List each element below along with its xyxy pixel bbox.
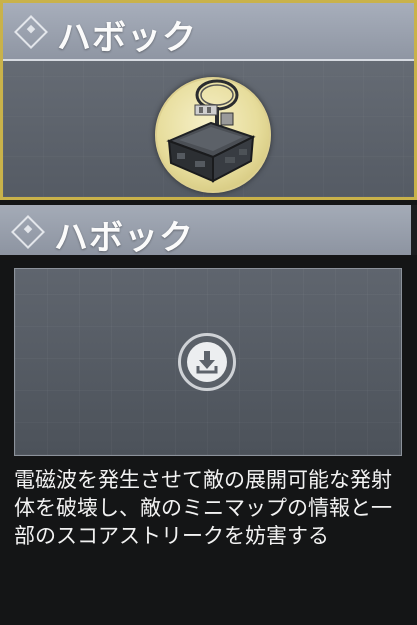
card-title: ハボック (57, 18, 197, 58)
selected-item-card[interactable]: ハボック (0, 0, 417, 200)
item-description: 電磁波を発生させて敵の展開可能な発射体を破壊し、敵のミニマップの情報と一部のスコ… (14, 468, 392, 548)
download-button-face (187, 342, 227, 382)
diamond-icon (14, 15, 48, 49)
preview-panel (14, 268, 402, 456)
download-button[interactable] (178, 333, 236, 391)
header-notch (411, 205, 417, 255)
diamond-icon (11, 215, 45, 249)
item-icon-frame (155, 77, 271, 193)
card-header: ハボック (3, 3, 414, 61)
download-icon (196, 351, 218, 374)
section-title: ハボック (54, 218, 194, 258)
section-header: ハボック (0, 205, 417, 258)
havoc-emp-device-icon (166, 79, 256, 183)
